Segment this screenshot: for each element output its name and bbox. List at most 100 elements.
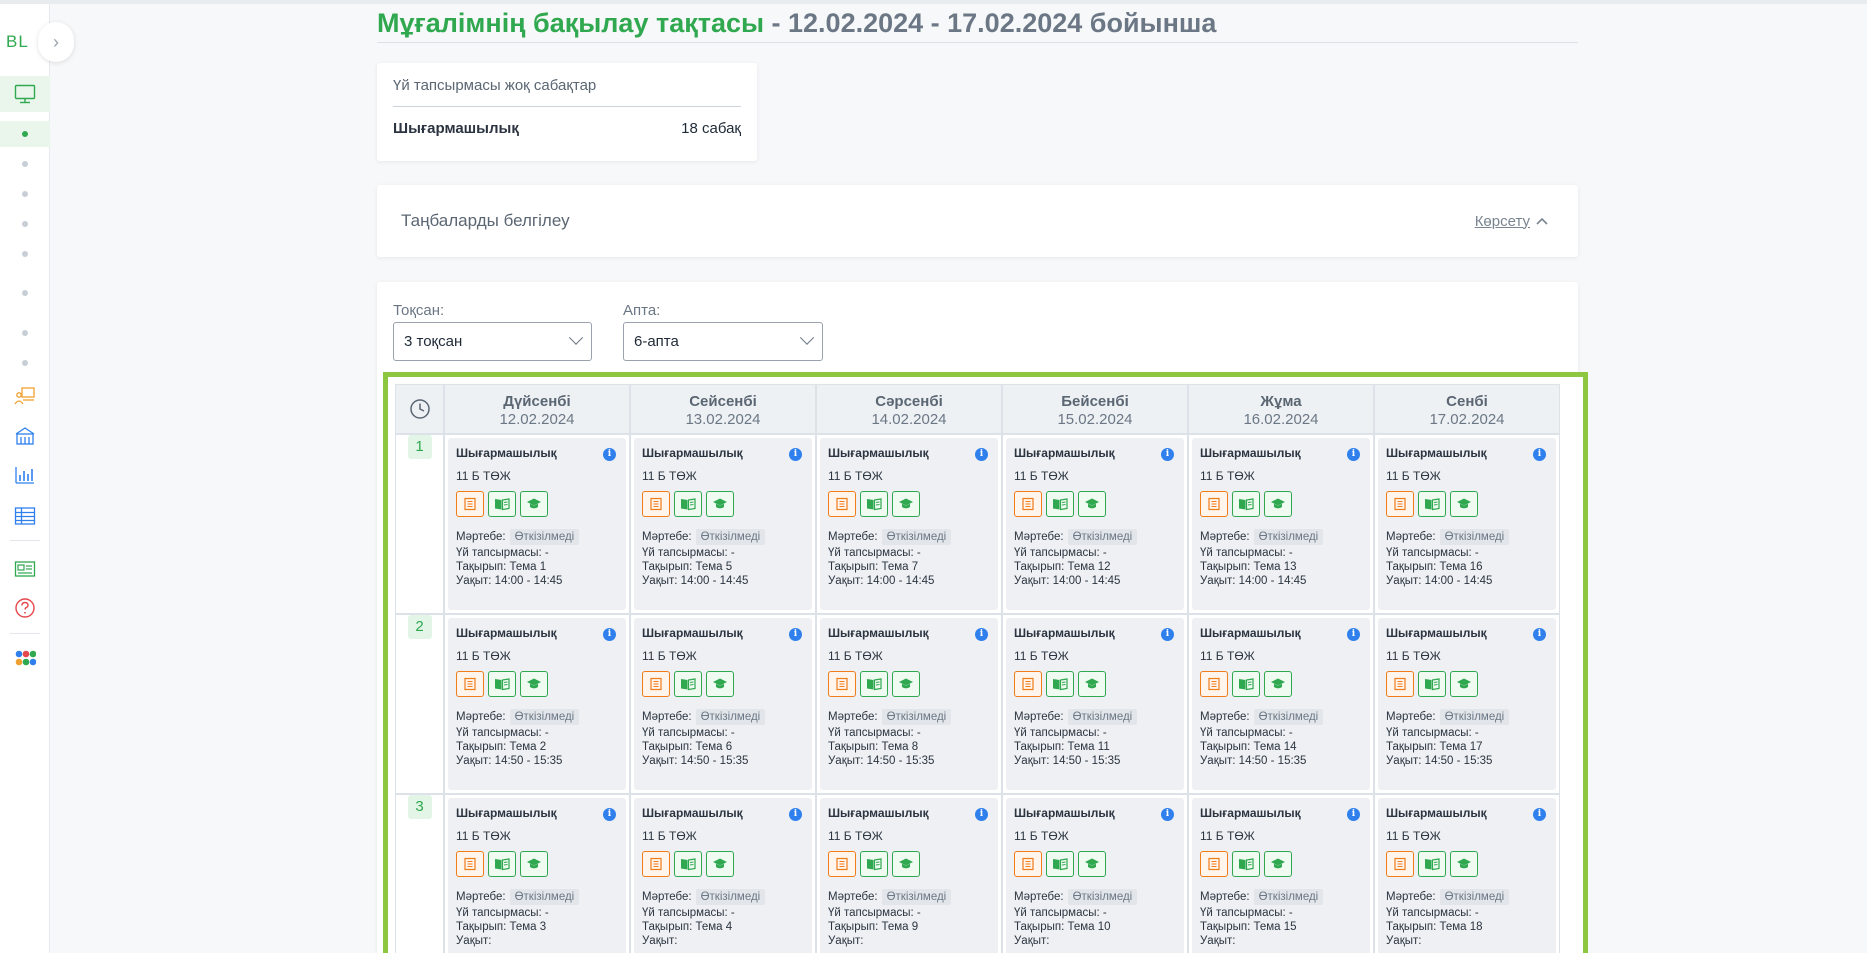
lesson-grades-button[interactable] bbox=[706, 491, 734, 517]
lesson-card[interactable]: Шығармашылық i 11 Б ТӨЖ Мәртебе: Өткізілмеді… bbox=[634, 618, 812, 790]
info-icon[interactable]: i bbox=[1533, 628, 1546, 641]
lesson-card[interactable]: Шығармашылық i 11 Б ТӨЖ Мәртебе: Өткізілмеді… bbox=[1378, 798, 1556, 953]
info-icon[interactable]: i bbox=[975, 808, 988, 821]
sidebar-subitem-8[interactable] bbox=[0, 350, 50, 376]
lesson-materials-button[interactable] bbox=[674, 671, 702, 697]
sidebar-item-dashboard[interactable] bbox=[0, 76, 50, 112]
lesson-card[interactable]: Шығармашылық i 11 Б ТӨЖ Мәртебе: Өткізілмеді… bbox=[820, 798, 998, 953]
app-logo[interactable]: BL bbox=[6, 32, 29, 52]
lesson-journal-button[interactable] bbox=[1386, 671, 1414, 697]
lesson-card[interactable]: Шығармашылық i 11 Б ТӨЖ Мәртебе: Өткізілмеді… bbox=[1192, 618, 1370, 790]
quarter-select[interactable]: 3 тоқсан bbox=[393, 322, 592, 361]
lesson-materials-button[interactable] bbox=[860, 491, 888, 517]
lesson-grades-button[interactable] bbox=[1450, 491, 1478, 517]
sidebar-expand-button[interactable]: › bbox=[38, 22, 74, 62]
lesson-journal-button[interactable] bbox=[1200, 491, 1228, 517]
lesson-materials-button[interactable] bbox=[1418, 851, 1446, 877]
lesson-grades-button[interactable] bbox=[520, 671, 548, 697]
lesson-grades-button[interactable] bbox=[520, 491, 548, 517]
lesson-journal-button[interactable] bbox=[456, 671, 484, 697]
lesson-materials-button[interactable] bbox=[1046, 491, 1074, 517]
info-icon[interactable]: i bbox=[603, 808, 616, 821]
lesson-journal-button[interactable] bbox=[1386, 491, 1414, 517]
lesson-journal-button[interactable] bbox=[456, 491, 484, 517]
info-icon[interactable]: i bbox=[1161, 448, 1174, 461]
lesson-card[interactable]: Шығармашылық i 11 Б ТӨЖ Мәртебе: Өткізілмеді… bbox=[1378, 438, 1556, 610]
lesson-grades-button[interactable] bbox=[892, 491, 920, 517]
lesson-grades-button[interactable] bbox=[1078, 491, 1106, 517]
info-icon[interactable]: i bbox=[789, 448, 802, 461]
lesson-grades-button[interactable] bbox=[520, 851, 548, 877]
lesson-journal-button[interactable] bbox=[456, 851, 484, 877]
info-icon[interactable]: i bbox=[789, 808, 802, 821]
info-icon[interactable]: i bbox=[1533, 808, 1546, 821]
sidebar-item-teacher[interactable] bbox=[0, 378, 50, 414]
lesson-materials-button[interactable] bbox=[1046, 851, 1074, 877]
lesson-card[interactable]: Шығармашылық i 11 Б ТӨЖ Мәртебе: Өткізілмеді… bbox=[634, 798, 812, 953]
sidebar-subitem-3[interactable] bbox=[0, 181, 50, 207]
info-icon[interactable]: i bbox=[975, 628, 988, 641]
info-icon[interactable]: i bbox=[603, 628, 616, 641]
info-icon[interactable]: i bbox=[1347, 628, 1360, 641]
sidebar-item-school[interactable] bbox=[0, 418, 50, 454]
lesson-card[interactable]: Шығармашылық i 11 Б ТӨЖ Мәртебе: Өткізілмеді… bbox=[1006, 618, 1184, 790]
lesson-materials-button[interactable] bbox=[860, 671, 888, 697]
lesson-grades-button[interactable] bbox=[1264, 491, 1292, 517]
lesson-materials-button[interactable] bbox=[1232, 851, 1260, 877]
info-icon[interactable]: i bbox=[789, 628, 802, 641]
info-icon[interactable]: i bbox=[1161, 808, 1174, 821]
lesson-grades-button[interactable] bbox=[892, 851, 920, 877]
lesson-card[interactable]: Шығармашылық i 11 Б ТӨЖ Мәртебе: Өткізілмеді… bbox=[1006, 438, 1184, 610]
sidebar-item-help[interactable] bbox=[0, 590, 50, 626]
lesson-journal-button[interactable] bbox=[1014, 851, 1042, 877]
sidebar-subitem-2[interactable] bbox=[0, 151, 50, 177]
lesson-grades-button[interactable] bbox=[1450, 851, 1478, 877]
info-icon[interactable]: i bbox=[1347, 808, 1360, 821]
lesson-materials-button[interactable] bbox=[674, 491, 702, 517]
lesson-journal-button[interactable] bbox=[642, 851, 670, 877]
lesson-card[interactable]: Шығармашылық i 11 Б ТӨЖ Мәртебе: Өткізілмеді… bbox=[820, 438, 998, 610]
lesson-grades-button[interactable] bbox=[892, 671, 920, 697]
lesson-journal-button[interactable] bbox=[1014, 491, 1042, 517]
lesson-grades-button[interactable] bbox=[1264, 851, 1292, 877]
lesson-journal-button[interactable] bbox=[828, 491, 856, 517]
lesson-journal-button[interactable] bbox=[828, 671, 856, 697]
sidebar-subitem-7[interactable] bbox=[0, 320, 50, 346]
sidebar-item-reports[interactable] bbox=[0, 457, 50, 493]
info-icon[interactable]: i bbox=[1347, 448, 1360, 461]
lesson-materials-button[interactable] bbox=[1232, 671, 1260, 697]
lesson-materials-button[interactable] bbox=[674, 851, 702, 877]
lesson-materials-button[interactable] bbox=[860, 851, 888, 877]
lesson-materials-button[interactable] bbox=[1046, 671, 1074, 697]
sidebar-subitem-1[interactable] bbox=[0, 121, 50, 147]
lesson-grades-button[interactable] bbox=[1078, 851, 1106, 877]
lesson-journal-button[interactable] bbox=[1386, 851, 1414, 877]
lesson-card[interactable]: Шығармашылық i 11 Б ТӨЖ Мәртебе: Өткізілмеді… bbox=[448, 438, 626, 610]
lesson-grades-button[interactable] bbox=[706, 851, 734, 877]
lesson-card[interactable]: Шығармашылық i 11 Б ТӨЖ Мәртебе: Өткізілмеді… bbox=[1006, 798, 1184, 953]
lesson-journal-button[interactable] bbox=[828, 851, 856, 877]
lesson-grades-button[interactable] bbox=[1264, 671, 1292, 697]
lesson-card[interactable]: Шығармашылық i 11 Б ТӨЖ Мәртебе: Өткізілмеді… bbox=[820, 618, 998, 790]
sidebar-item-news[interactable] bbox=[0, 551, 50, 587]
grades-show-toggle[interactable]: Көрсету bbox=[1475, 213, 1548, 230]
lesson-journal-button[interactable] bbox=[642, 671, 670, 697]
lesson-materials-button[interactable] bbox=[488, 671, 516, 697]
lesson-materials-button[interactable] bbox=[488, 851, 516, 877]
lesson-card[interactable]: Шығармашылық i 11 Б ТӨЖ Мәртебе: Өткізілмеді… bbox=[448, 798, 626, 953]
lesson-journal-button[interactable] bbox=[1200, 851, 1228, 877]
sidebar-subitem-4[interactable] bbox=[0, 211, 50, 237]
lesson-journal-button[interactable] bbox=[642, 491, 670, 517]
lesson-materials-button[interactable] bbox=[488, 491, 516, 517]
week-select[interactable]: 6-апта bbox=[623, 322, 823, 361]
lesson-card[interactable]: Шығармашылық i 11 Б ТӨЖ Мәртебе: Өткізілмеді… bbox=[448, 618, 626, 790]
info-icon[interactable]: i bbox=[975, 448, 988, 461]
lesson-materials-button[interactable] bbox=[1232, 491, 1260, 517]
lesson-grades-button[interactable] bbox=[706, 671, 734, 697]
lesson-grades-button[interactable] bbox=[1078, 671, 1106, 697]
lesson-grades-button[interactable] bbox=[1450, 671, 1478, 697]
lesson-card[interactable]: Шығармашылық i 11 Б ТӨЖ Мәртебе: Өткізілмеді… bbox=[634, 438, 812, 610]
sidebar-subitem-5[interactable] bbox=[0, 241, 50, 267]
sidebar-item-apps[interactable] bbox=[0, 642, 50, 678]
sidebar-item-table[interactable] bbox=[0, 498, 50, 534]
